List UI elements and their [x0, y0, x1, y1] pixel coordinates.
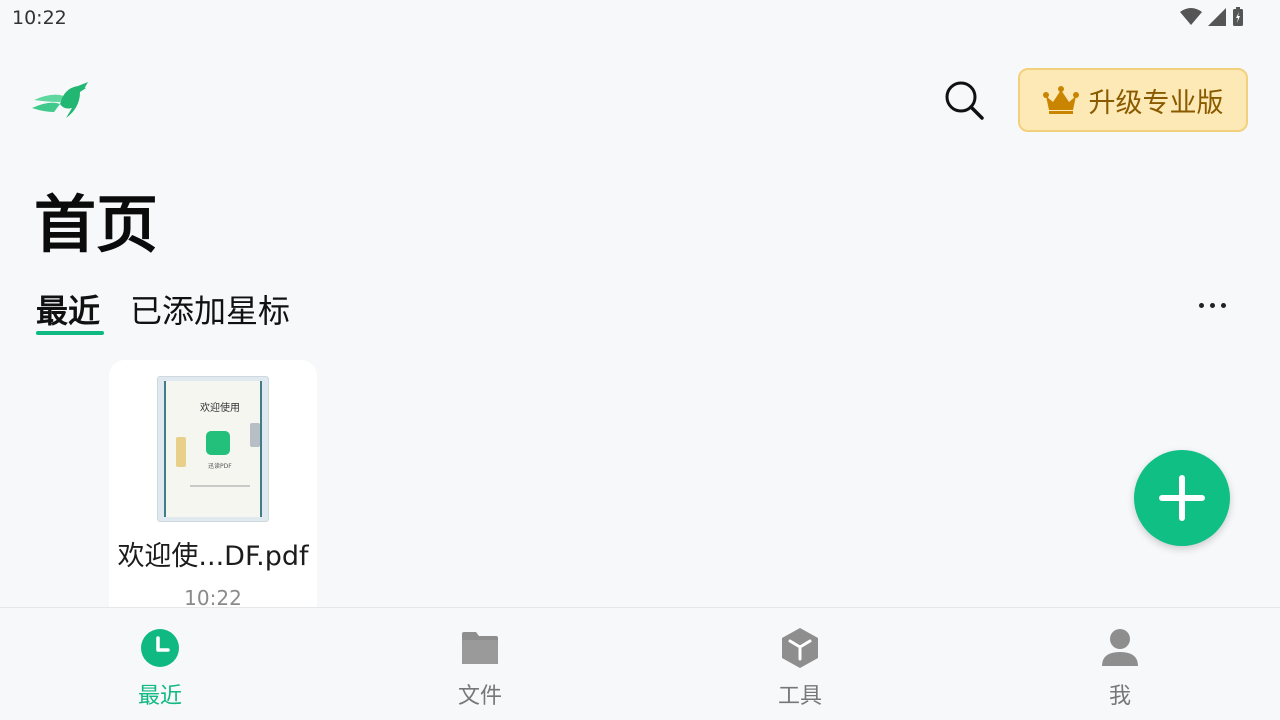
search-icon — [945, 81, 984, 120]
thumbnail-page: 欢迎使用 迅读PDF — [164, 381, 262, 517]
active-tab-indicator — [36, 331, 104, 335]
more-dot — [1209, 302, 1215, 308]
more-dot — [1220, 302, 1226, 308]
bottom-nav: 最近 文件 工具 我 — [0, 607, 1280, 720]
tab-recent[interactable]: 最近 — [36, 286, 100, 332]
app-root: 10:22 升级专业版 首页 最近 已添加星标 欢迎使用 迅读PDF 欢迎使..… — [0, 0, 1280, 720]
nav-item-files[interactable]: 文件 — [320, 608, 640, 720]
nav-item-recent[interactable]: 最近 — [0, 608, 320, 720]
nav-item-me[interactable]: 我 — [960, 608, 1280, 720]
file-thumbnail: 欢迎使用 迅读PDF — [157, 376, 269, 522]
thumbnail-subtitle: 迅读PDF — [208, 463, 232, 470]
file-card[interactable]: 欢迎使用 迅读PDF 欢迎使...DF.pdf 10:22 — [109, 360, 317, 620]
status-icons — [1180, 7, 1244, 27]
plus-icon — [1159, 475, 1205, 521]
search-button[interactable] — [940, 76, 988, 124]
tab-starred[interactable]: 已添加星标 — [130, 286, 290, 332]
nav-item-tools[interactable]: 工具 — [640, 608, 960, 720]
app-logo-icon — [32, 82, 88, 118]
more-dot — [1198, 302, 1204, 308]
nav-label-tools: 工具 — [777, 684, 822, 709]
crown-icon — [1042, 86, 1079, 114]
file-name: 欢迎使...DF.pdf — [117, 541, 309, 572]
upgrade-pro-label: 升级专业版 — [1088, 87, 1224, 119]
add-file-button[interactable] — [1134, 450, 1230, 546]
thumbnail-app-icon — [206, 431, 230, 455]
signal-icon — [1208, 8, 1226, 26]
thumbnail-title: 欢迎使用 — [200, 403, 240, 414]
nav-label-files: 文件 — [457, 684, 502, 709]
thumbnail-decoration — [176, 437, 186, 467]
battery-icon — [1233, 7, 1243, 26]
thumbnail-decoration — [250, 423, 260, 447]
thumbnail-text-line — [190, 485, 250, 487]
wifi-icon — [1180, 8, 1202, 25]
cube-icon — [782, 628, 818, 668]
page-title: 首页 — [34, 188, 159, 261]
person-icon — [1102, 629, 1138, 666]
status-time: 10:22 — [12, 7, 67, 29]
nav-label-recent: 最近 — [137, 684, 182, 709]
more-options-button[interactable] — [1192, 292, 1232, 318]
folder-icon — [462, 632, 498, 664]
clock-icon — [141, 629, 179, 667]
nav-label-me: 我 — [1108, 684, 1131, 709]
upgrade-pro-button[interactable]: 升级专业版 — [1018, 68, 1248, 132]
